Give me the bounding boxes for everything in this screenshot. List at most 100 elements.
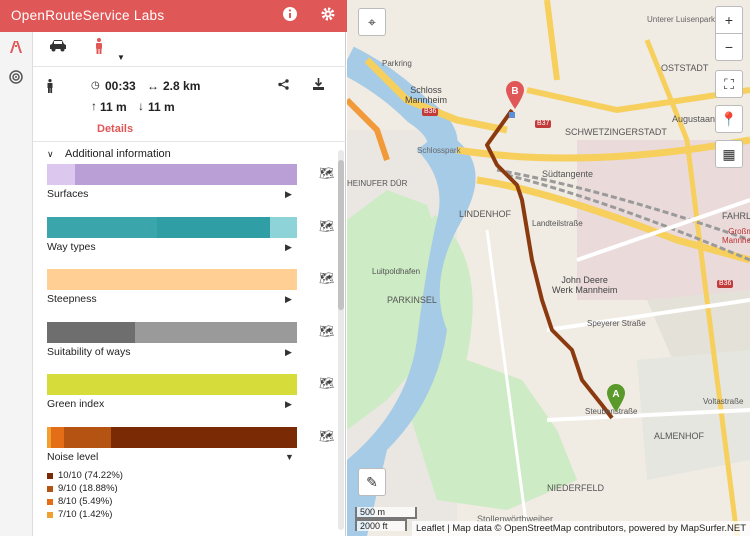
profile-dropdown-icon[interactable]: ▼ — [117, 53, 125, 62]
bar-segment[interactable] — [157, 216, 270, 238]
extra-info-bar[interactable] — [47, 269, 297, 290]
expand-toggle-icon[interactable]: ▶ — [285, 294, 292, 305]
legend-item: 8/10 (5.49%) — [47, 496, 112, 507]
legend-swatch — [47, 472, 53, 479]
map-label: John Deere Werk Mannheim — [552, 275, 618, 295]
collapse-chevron-icon[interactable]: ∨ — [47, 149, 54, 160]
show-on-map-icon[interactable]: 🗺 — [319, 324, 334, 338]
app-title: OpenRouteService Labs — [11, 8, 165, 23]
legend-label: 10/10 (74.22%) — [58, 470, 123, 481]
share-icon[interactable] — [278, 79, 289, 93]
extra-info-bar[interactable] — [47, 426, 297, 448]
car-profile-icon[interactable] — [49, 38, 67, 55]
extra-info-label: Green index — [47, 398, 105, 410]
map-label: Schloss Mannheim — [405, 85, 448, 105]
map-label: B37 — [535, 120, 552, 128]
map-label: FAHRLA — [722, 211, 750, 221]
expand-toggle-icon[interactable]: ▶ — [285, 399, 292, 410]
settings-gear-icon[interactable] — [318, 6, 338, 26]
map-layers-icon: ▦ — [722, 146, 736, 162]
extra-info-label: Noise level — [47, 450, 99, 463]
draw-button[interactable]: ✎ — [358, 468, 386, 496]
show-on-map-icon[interactable]: 🗺 — [319, 429, 334, 443]
bar-segment[interactable] — [47, 374, 297, 395]
show-on-map-icon[interactable]: 🗺 — [319, 219, 334, 233]
extra-info-bar[interactable] — [47, 216, 297, 238]
map-label: ALMENHOF — [654, 431, 705, 441]
bar-segment[interactable] — [47, 321, 135, 343]
distance-value: 2.8 km — [163, 79, 201, 93]
legend-swatch — [47, 498, 53, 505]
expand-toggle-icon[interactable]: ▶ — [285, 347, 292, 358]
map-label: SCHWETZINGERSTADT — [565, 127, 667, 137]
expand-icon: ⛶ — [724, 76, 734, 92]
locate-pin-button[interactable]: ⌖ — [358, 8, 386, 36]
pin-icon: 📍 — [720, 111, 738, 127]
panel-scrollbar[interactable] — [338, 150, 344, 530]
isochrones-icon[interactable] — [9, 70, 23, 87]
fit-bounds-button[interactable]: ⛶ — [715, 70, 743, 98]
bar-segment[interactable] — [47, 164, 75, 185]
map-label: Speyerer Straße — [587, 319, 646, 328]
map-label: Parkring — [382, 59, 412, 68]
legend-item: 10/10 (74.22%) — [47, 470, 123, 481]
zoom-out-button[interactable]: − — [715, 33, 743, 61]
clock-icon: ◷ — [91, 80, 100, 91]
details-link[interactable]: Details — [97, 123, 133, 135]
extra-info-bar[interactable] — [47, 321, 297, 343]
map-label: B36 — [422, 108, 439, 116]
ascent-value: 11 m — [100, 100, 127, 114]
map-label: B36 — [717, 280, 734, 288]
extra-info-label: Way types — [47, 240, 96, 253]
pedestrian-profile-icon[interactable] — [93, 38, 105, 57]
legend-item: 9/10 (18.88%) — [47, 483, 118, 494]
plus-icon: + — [724, 12, 734, 28]
route-summary: ◷ 00:33 ↔ 2.8 km ↑ 11 m ↓ 11 m Details — [33, 66, 346, 142]
bar-segment[interactable] — [50, 426, 65, 448]
extra-info-bar[interactable] — [47, 374, 297, 395]
show-on-map-icon[interactable]: 🗺 — [319, 166, 334, 180]
descent-icon: ↓ — [138, 99, 144, 113]
show-on-map-icon[interactable]: 🗺 — [319, 271, 334, 285]
extra-info-label: Steepness — [47, 293, 97, 305]
bar-segment[interactable] — [64, 426, 112, 448]
map-label: Schlosspark — [417, 146, 461, 155]
end-marker[interactable]: B — [505, 80, 525, 113]
layers-button[interactable]: ▦ — [715, 140, 743, 168]
map-view[interactable]: Schloss Mannheim Schlosspark LINDENHOF SCHW… — [347, 0, 750, 536]
show-on-map-icon[interactable]: 🗺 — [319, 376, 334, 390]
distance-icon: ↔ — [147, 79, 159, 93]
expand-toggle-icon[interactable]: ▶ — [285, 242, 292, 253]
legend-swatch — [47, 511, 53, 518]
additional-info-heading[interactable]: Additional information — [65, 148, 171, 160]
legend-label: 9/10 (18.88%) — [58, 483, 118, 494]
app-header: OpenRouteService Labs — [0, 0, 347, 32]
expand-toggle-icon[interactable]: ▶ — [285, 189, 292, 200]
bar-segment[interactable] — [47, 216, 157, 238]
scrollbar-thumb[interactable] — [338, 160, 344, 310]
extra-info-bar[interactable] — [47, 164, 297, 185]
scale-metric: 500 m — [355, 507, 417, 519]
bar-segment[interactable] — [74, 164, 297, 185]
map-label: Voltastraße — [703, 397, 744, 406]
bar-segment[interactable] — [134, 321, 297, 343]
bar-segment[interactable] — [111, 426, 297, 448]
bar-segment[interactable] — [269, 216, 297, 238]
ascent-icon: ↑ — [91, 99, 97, 113]
place-marker-button[interactable]: 📍 — [715, 105, 743, 133]
map-label: LINDENHOF — [459, 209, 512, 219]
end-marker-label: B — [511, 86, 518, 97]
download-icon[interactable] — [313, 78, 324, 93]
zoom-in-button[interactable]: + — [715, 6, 743, 34]
expand-toggle-icon[interactable]: ▼ — [285, 452, 294, 462]
start-marker[interactable]: A — [606, 383, 626, 416]
bar-segment[interactable] — [47, 269, 297, 290]
minus-icon: − — [724, 39, 734, 55]
map-pin-icon: ⌖ — [368, 14, 376, 30]
legend-item: 7/10 (1.42%) — [47, 509, 112, 520]
duration-value: 00:33 — [105, 79, 136, 93]
map-label: NIEDERFELD — [547, 483, 605, 493]
map-attribution: Leaflet | Map data © OpenStreetMap contr… — [412, 521, 750, 536]
directions-icon[interactable] — [8, 40, 24, 57]
info-icon[interactable] — [280, 6, 300, 26]
